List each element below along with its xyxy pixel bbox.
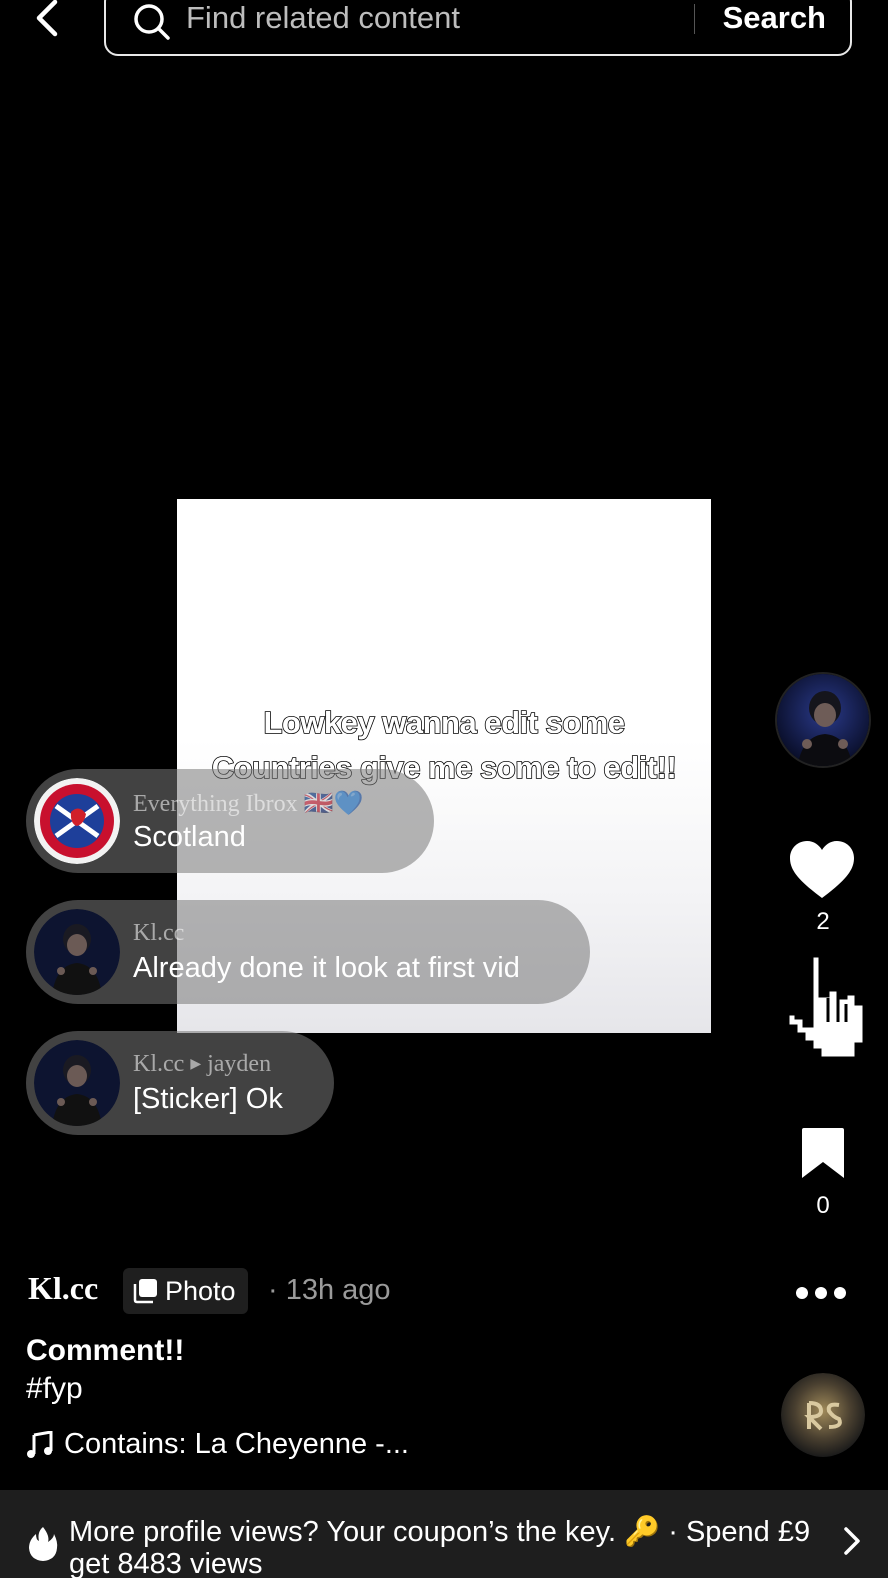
- comment-bubble[interactable]: Everything Ibrox 🇬🇧💙 Scotland: [26, 769, 434, 873]
- post-author[interactable]: Kl.cc: [28, 1270, 98, 1307]
- comment-author: Kl.cc ▶ jayden: [133, 1051, 271, 1078]
- chevron-right-icon[interactable]: [842, 1526, 862, 1556]
- search-bar[interactable]: Find related content Search: [104, 0, 852, 56]
- creator-avatar[interactable]: [775, 672, 871, 768]
- search-button[interactable]: Search: [723, 0, 826, 36]
- commenter-avatar: [34, 1040, 120, 1126]
- post-type-badge: Photo: [123, 1268, 248, 1314]
- comment-bubble[interactable]: Kl.cc ▶ jayden [Sticker] Ok: [26, 1031, 334, 1135]
- comment-text: Already done it look at first vid: [133, 952, 520, 984]
- flame-icon: [29, 1527, 58, 1561]
- search-input[interactable]: Find related content: [186, 0, 460, 36]
- back-button[interactable]: [28, 0, 68, 42]
- comment-author: Kl.cc: [133, 920, 185, 946]
- commenter-avatar: [34, 909, 120, 995]
- post-type-label: Photo: [165, 1275, 236, 1306]
- photo-mode-icon: [133, 1279, 157, 1304]
- comment-author: Everything Ibrox 🇬🇧💙: [133, 791, 364, 817]
- comment-text: [Sticker] Ok: [133, 1083, 283, 1115]
- hand-cursor-icon: [786, 954, 866, 1060]
- comment-bubble[interactable]: Kl.cc Already done it look at first vid: [26, 900, 590, 1004]
- like-count: 2: [816, 908, 830, 935]
- post-hashtag[interactable]: #fyp: [26, 1372, 83, 1406]
- bookmark-icon[interactable]: [799, 1128, 847, 1180]
- promo-banner[interactable]: More profile views? Your coupon’s the ke…: [0, 1490, 888, 1578]
- comment-reply-to: jayden: [207, 1051, 272, 1077]
- sound-disc[interactable]: [781, 1373, 865, 1457]
- ellipsis-icon[interactable]: [795, 1285, 847, 1301]
- promo-text: More profile views? Your coupon’s the ke…: [69, 1516, 811, 1578]
- post-caption: Comment!!: [26, 1334, 185, 1367]
- reply-arrow-icon: ▶: [190, 1057, 202, 1072]
- comment-author-name: Kl.cc: [133, 1051, 185, 1077]
- music-row[interactable]: Contains: La Cheyenne -...: [26, 1428, 409, 1461]
- music-note-icon: [27, 1430, 53, 1458]
- post-time: · 13h ago: [268, 1274, 391, 1306]
- chevron-left-icon: [36, 0, 58, 37]
- comment-text: Scotland: [133, 821, 246, 853]
- heart-icon[interactable]: [788, 840, 856, 900]
- music-label: Contains: La Cheyenne -...: [64, 1428, 409, 1460]
- commenter-avatar: [34, 778, 120, 864]
- search-divider: [694, 4, 695, 34]
- search-icon: [134, 4, 170, 40]
- save-count: 0: [816, 1192, 830, 1219]
